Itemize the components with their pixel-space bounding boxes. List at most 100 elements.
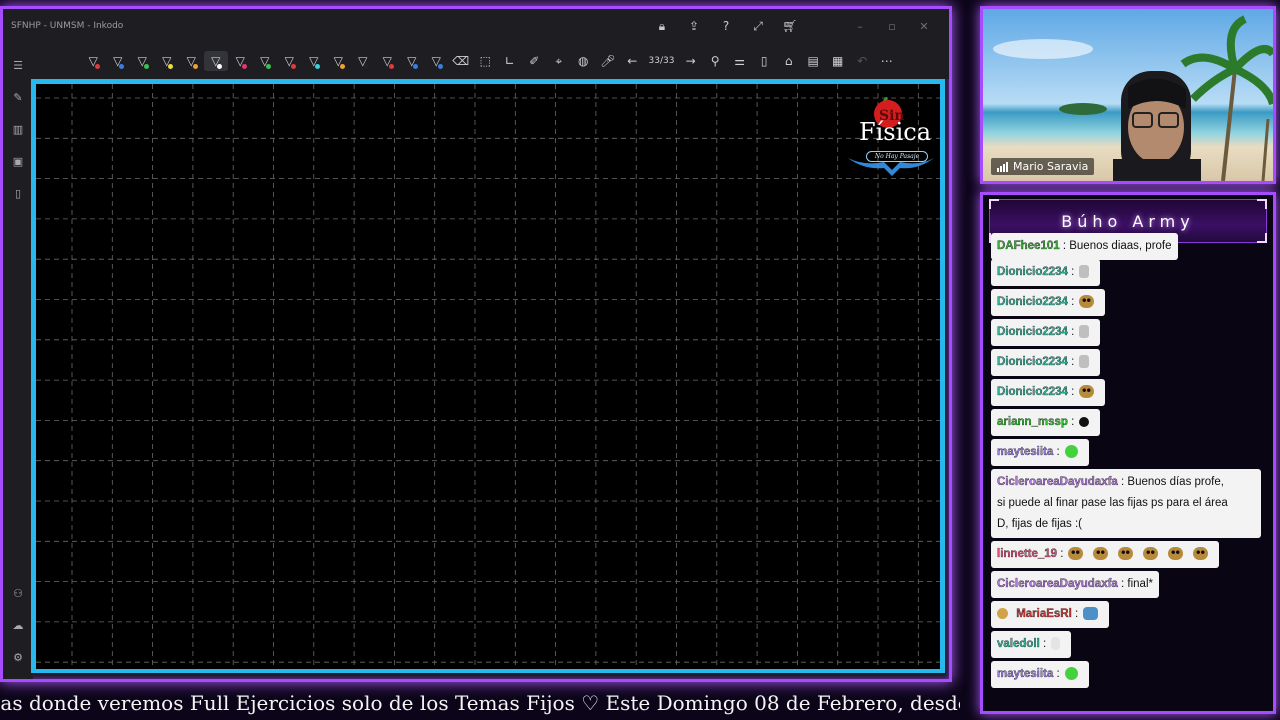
emote-dog-icon <box>1079 385 1095 399</box>
chat-messages: DAFhee101 : Buenos diaas, profe Dionicio2… <box>989 233 1267 711</box>
eraser-icon[interactable]: ⌫ <box>449 51 474 71</box>
chat-text: D, fijas de fijas :( <box>997 518 1082 530</box>
library-icon[interactable]: ▥ <box>11 123 25 137</box>
chat-message: MariaEsRl : <box>991 601 1110 628</box>
new-page-icon[interactable]: ▯ <box>752 51 777 71</box>
clipboard-icon[interactable]: ▯ <box>11 187 25 201</box>
next-page-icon[interactable]: → <box>678 51 703 71</box>
highlighter-icon[interactable]: ✐ <box>522 51 547 71</box>
pen-tool[interactable]: ▽ <box>155 51 180 71</box>
chat-text: : <box>1067 326 1075 338</box>
cart-icon[interactable]: 🛒︎ <box>775 15 805 37</box>
emote-dog-icon <box>1079 295 1095 309</box>
window-title: SFNHP - UNMSM - Inkodo <box>11 21 124 31</box>
help-icon[interactable]: ? <box>711 15 741 37</box>
emote-cat-icon <box>1079 265 1090 279</box>
settings-icon[interactable]: ⚌ <box>727 51 752 71</box>
pen-color-dot <box>315 64 320 69</box>
zoom-icon[interactable]: ⚲ <box>703 51 728 71</box>
ticker-text: ias donde veremos Full Ejercicios solo d… <box>0 691 960 715</box>
gear-icon[interactable]: ⚙ <box>11 651 25 665</box>
select-icon[interactable]: ⬚ <box>473 51 498 71</box>
chat-message: CicleroareaDayudaxfa : final* <box>991 571 1159 598</box>
chat-username[interactable]: DAFhee101 <box>997 240 1060 252</box>
pen-tool[interactable]: ▽ <box>106 51 131 71</box>
close-icon[interactable]: ✕ <box>909 15 939 37</box>
stream-layout: SFNHP - UNMSM - Inkodo 🔒︎ ⇪ ? ⤢ 🛒︎ – ▫ ✕… <box>0 0 1280 720</box>
chat-username[interactable]: Dionicio2234 <box>997 296 1068 308</box>
cloud-icon[interactable]: ☁ <box>11 619 25 633</box>
slides-icon[interactable]: ▣ <box>11 155 25 169</box>
inkodo-window: SFNHP - UNMSM - Inkodo 🔒︎ ⇪ ? ⤢ 🛒︎ – ▫ ✕… <box>0 6 952 682</box>
pen-tool[interactable]: ▽ <box>253 51 278 71</box>
pen-tool[interactable]: ▽ <box>400 51 425 71</box>
chat-username[interactable]: maytesiita <box>997 446 1054 458</box>
page-indicator: 33/33 <box>648 56 675 66</box>
mic-icon[interactable]: 🎤︎ <box>596 51 621 71</box>
titlebar-icons: 🔒︎ ⇪ ? ⤢ 🛒︎ – ▫ ✕ <box>647 15 939 37</box>
share-icon[interactable]: ⇪ <box>679 15 709 37</box>
paste-icon[interactable]: ▦ <box>825 51 850 71</box>
emote-cat-icon <box>1079 325 1090 339</box>
badge-icon <box>997 608 1008 620</box>
pen-tool[interactable]: ▽ <box>302 51 327 71</box>
pen-tool[interactable]: ▽ <box>203 51 228 71</box>
pen-tool[interactable]: ▽ <box>375 51 400 71</box>
corner-ornament <box>989 199 999 209</box>
menu-icon[interactable]: ☰ <box>11 59 25 73</box>
chat-username[interactable]: valedoll <box>997 638 1040 650</box>
chat-text: : <box>1039 638 1047 650</box>
chat-text: : final* <box>1117 578 1153 590</box>
pen-tool[interactable]: ▽ <box>130 51 155 71</box>
webcam-feed: Mario Saravia <box>980 6 1276 184</box>
lock-icon[interactable]: 🔒︎ <box>647 15 677 37</box>
chat-username[interactable]: CicleroareaDayudaxfa <box>997 578 1118 590</box>
expand-icon[interactable]: ⤢ <box>743 15 773 37</box>
chat-username[interactable]: Dionicio2234 <box>997 326 1068 338</box>
chat-username[interactable]: maytesiita <box>997 668 1054 680</box>
chat-text: : Buenos días profe, <box>1117 476 1224 488</box>
chat-username[interactable]: Dionicio2234 <box>997 386 1068 398</box>
chat-username[interactable]: ariann_mssp <box>997 416 1068 428</box>
minimize-icon[interactable]: – <box>845 15 875 37</box>
more-icon[interactable]: ⋯ <box>874 51 899 71</box>
chat-username[interactable]: Dionicio2234 <box>997 356 1068 368</box>
chat-username[interactable]: MariaEsRl <box>1016 608 1072 620</box>
pen-color-dot <box>168 64 173 69</box>
emote-dog-icon <box>1193 547 1209 561</box>
user-settings-icon[interactable]: ⚇ <box>11 587 25 601</box>
pen-tool[interactable]: ▽ <box>81 51 106 71</box>
pen-tool[interactable]: ▽ <box>424 51 449 71</box>
laser-icon[interactable]: ⌖ <box>547 51 572 71</box>
pen-tool[interactable]: ▽ <box>179 51 204 71</box>
pen-color-dot <box>364 64 369 69</box>
chat-text: : <box>1067 386 1075 398</box>
prev-page-icon[interactable]: ← <box>620 51 645 71</box>
open-icon[interactable]: ⌂ <box>776 51 801 71</box>
pen-color-dot <box>217 64 222 69</box>
pen-tool[interactable]: ▽ <box>351 51 376 71</box>
chat-panel: Búho Army DAFhee101 : Buenos diaas, prof… <box>980 192 1276 714</box>
chat-message: maytesiita : <box>991 439 1089 466</box>
tools-row: ▽ ▽ ▽ ▽ ▽ ▽ ▽ ▽ ▽ ▽ ▽ ▽ ▽ ▽ ▽ ⌫ ⬚ ∟ ✐ ⌖ ◍ 🎤︎ ← 33/33 → ⚲ ⚌ ▯ ⌂ ▤ ▦ ↶ ⋯ <box>81 51 899 71</box>
save-icon[interactable]: ▤ <box>801 51 826 71</box>
pen-color-dot <box>94 64 100 69</box>
chat-username[interactable]: Dionicio2234 <box>997 266 1068 278</box>
chat-message: valedoll : <box>991 631 1072 658</box>
chat-message: linnette_19 : <box>991 541 1220 568</box>
chat-message: Dionicio2234 : <box>991 319 1101 346</box>
chat-username[interactable]: CicleroareaDayudaxfa <box>997 476 1118 488</box>
emote-cat-icon <box>1079 355 1090 369</box>
whiteboard-canvas[interactable]: Sin Física No Hay Pasaje <box>31 79 945 673</box>
globe-icon[interactable]: ◍ <box>571 51 596 71</box>
maximize-icon[interactable]: ▫ <box>877 15 907 37</box>
pen-tool[interactable]: ▽ <box>228 51 253 71</box>
pen-tool[interactable]: ▽ <box>326 51 351 71</box>
chat-message: Dionicio2234 : <box>991 379 1106 406</box>
pen-icon[interactable]: ✎ <box>11 91 25 105</box>
pen-color-dot <box>339 64 345 69</box>
ruler-icon[interactable]: ∟ <box>498 51 523 71</box>
chat-username[interactable]: linnette_19 <box>997 548 1057 560</box>
undo-icon[interactable]: ↶ <box>850 51 875 71</box>
pen-tool[interactable]: ▽ <box>277 51 302 71</box>
